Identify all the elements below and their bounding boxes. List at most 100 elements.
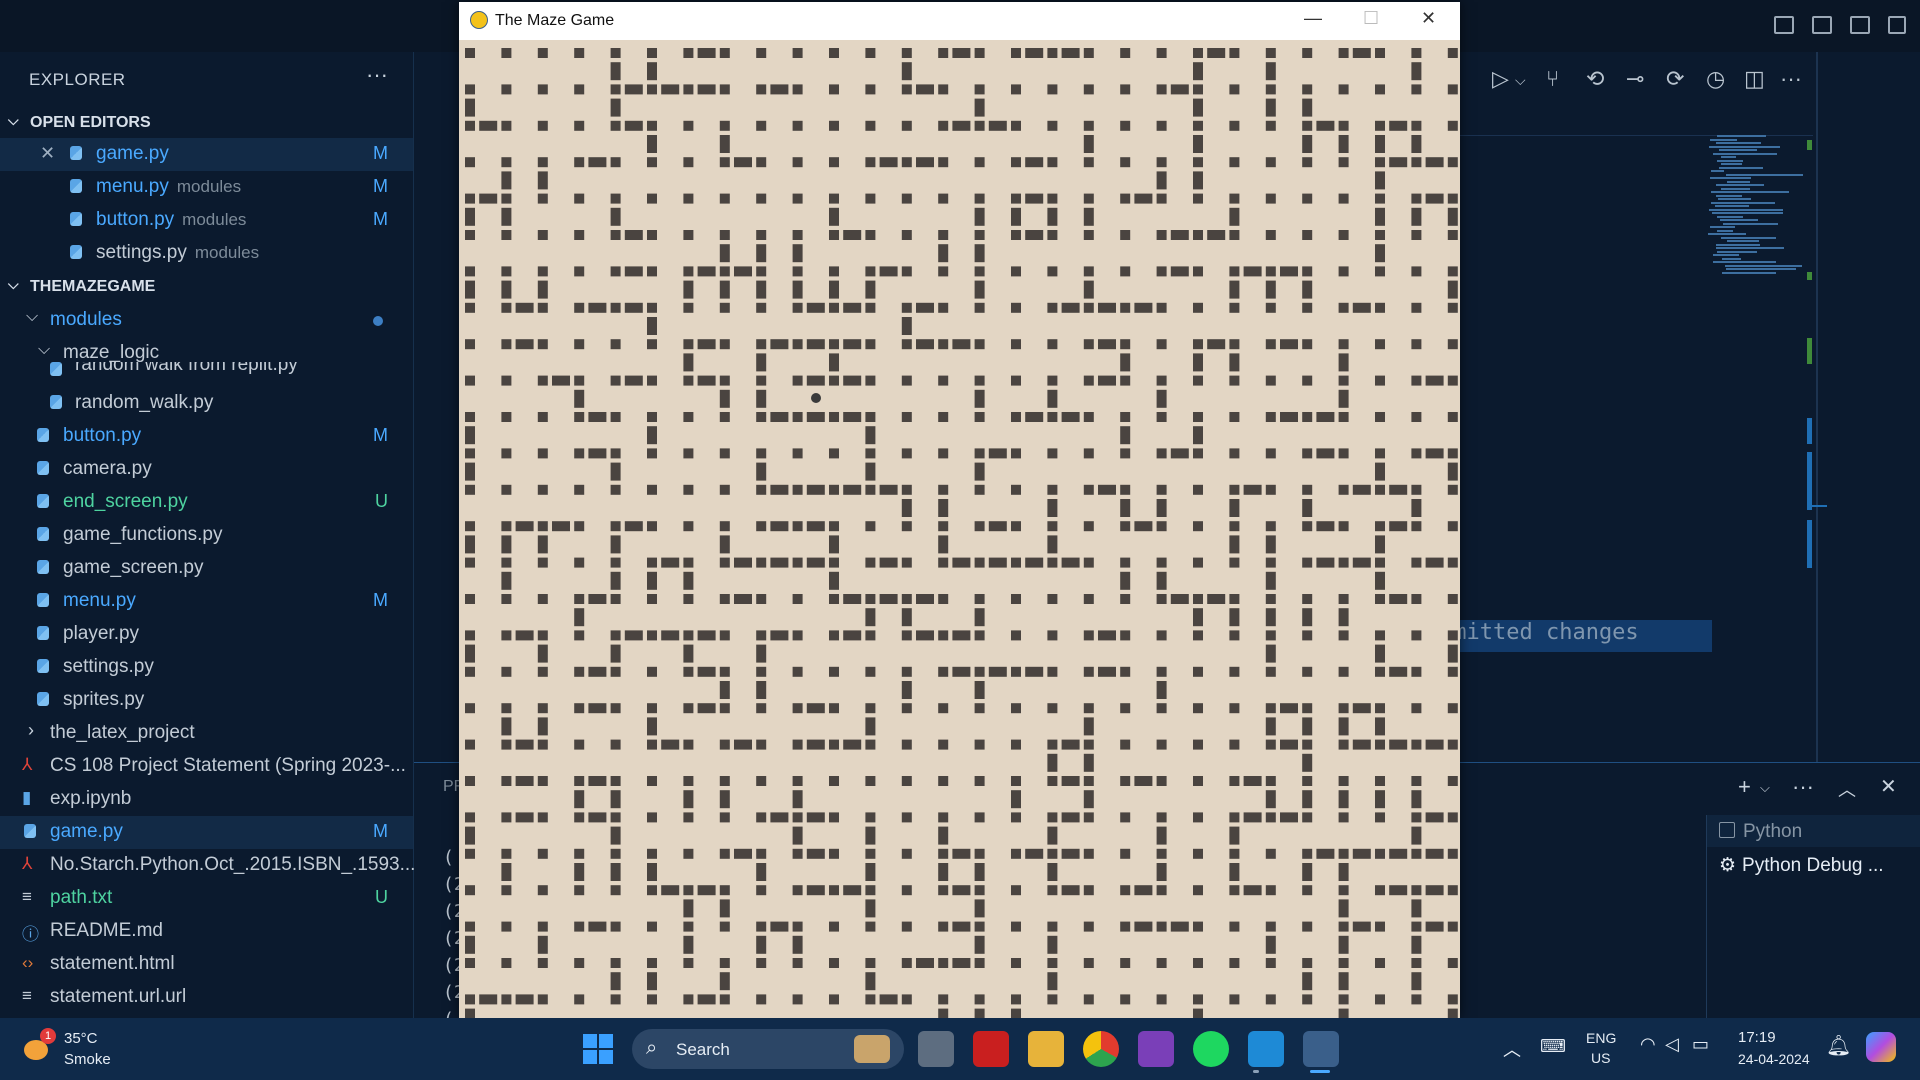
file-item[interactable]: end_screen.py U: [0, 486, 413, 519]
python-file-icon: [50, 362, 62, 376]
open-editors-section[interactable]: ⌵ OPEN EDITORS: [0, 108, 413, 138]
file-item[interactable]: ⅄ No.Starch.Python.Oct_.2015.ISBN_.1593..…: [0, 849, 415, 882]
minimap-line: [1715, 205, 1749, 207]
file-name: menu.py: [63, 590, 136, 611]
close-panel-icon[interactable]: ✕: [1880, 774, 1897, 799]
file-item[interactable]: menu.py M: [0, 585, 413, 618]
minimize-button[interactable]: —: [1304, 8, 1322, 29]
source-control-icon[interactable]: ⑂: [1546, 66, 1559, 92]
file-name: button.py: [96, 209, 175, 230]
minimap[interactable]: [1708, 135, 1808, 285]
new-terminal-icon[interactable]: +: [1738, 774, 1751, 800]
open-editor-item[interactable]: ✕ game.py M: [0, 138, 413, 171]
folder-name: maze_logic: [63, 342, 160, 363]
open-editor-item[interactable]: menu.py modules M: [0, 171, 413, 204]
search-icon: ⌕: [646, 1037, 658, 1059]
chevron-down-icon[interactable]: ⌵: [1515, 72, 1526, 89]
clock-time[interactable]: 17:19: [1738, 1029, 1776, 1046]
game-window-titlebar[interactable]: The Maze Game — ☐ ✕: [459, 2, 1460, 40]
file-name: README.md: [50, 920, 163, 941]
keyboard-icon[interactable]: ⌨: [1540, 1036, 1566, 1057]
gutter-change-marker: [1807, 338, 1812, 364]
close-button[interactable]: ✕: [1421, 8, 1436, 29]
minimap-line: [1716, 243, 1760, 246]
chrome-icon[interactable]: [1083, 1031, 1119, 1067]
weather-widget[interactable]: 1: [20, 1028, 56, 1066]
close-icon[interactable]: ✕: [40, 143, 55, 164]
timeline-icon[interactable]: ◷: [1706, 66, 1725, 92]
file-item[interactable]: ≡ path.txt U: [0, 882, 413, 915]
acrobat-icon[interactable]: [973, 1031, 1009, 1067]
clock-date[interactable]: 24-04-2024: [1738, 1051, 1810, 1067]
folder-modules[interactable]: ⌵ modules: [0, 304, 413, 337]
more-actions-icon[interactable]: ···: [1792, 774, 1814, 800]
git-status: U: [375, 887, 388, 907]
battery-icon[interactable]: ▭: [1692, 1034, 1709, 1055]
file-item[interactable]: game_functions.py: [0, 519, 413, 552]
chevron-up-icon[interactable]: ︿: [1503, 1036, 1521, 1062]
more-actions-icon[interactable]: ···: [1780, 66, 1802, 92]
python-game-icon[interactable]: [1303, 1031, 1339, 1067]
task-view-icon[interactable]: [918, 1031, 954, 1067]
chevron-down-icon[interactable]: ⌵: [1760, 780, 1770, 796]
python-file-icon: [37, 593, 49, 607]
file-item[interactable]: random walk from replit.py: [0, 362, 413, 382]
commit-icon[interactable]: ⊸: [1626, 66, 1644, 92]
file-item[interactable]: player.py: [0, 618, 413, 651]
terminal-item-python[interactable]: Python: [1719, 821, 1802, 843]
file-item[interactable]: ⓘ README.md: [0, 915, 413, 948]
file-item[interactable]: random_walk.py: [0, 387, 413, 420]
file-item[interactable]: game_screen.py: [0, 552, 413, 585]
explorer-more-actions-button[interactable]: ···: [366, 62, 388, 88]
file-name: statement.html: [50, 953, 175, 974]
taskbar-search[interactable]: ⌕ Search: [632, 1029, 904, 1069]
windows-start-icon[interactable]: [583, 1034, 613, 1064]
file-item[interactable]: ▮ exp.ipynb: [0, 783, 413, 816]
file-explorer-icon[interactable]: [1028, 1031, 1064, 1067]
minimap-line: [1720, 219, 1758, 221]
spotify-icon[interactable]: [1193, 1031, 1229, 1067]
file-item[interactable]: ≡ statement.url.url: [0, 981, 413, 1014]
next-change-icon[interactable]: ⟳: [1666, 66, 1684, 92]
panel-actions: + ⌵ ··· ︿ ✕: [1734, 774, 1914, 804]
file-item[interactable]: game.py M: [0, 816, 413, 849]
pdf-file-icon: ⅄: [22, 755, 33, 774]
minimap-line: [1716, 194, 1742, 197]
minimap-line: [1710, 177, 1751, 179]
notification-bell-icon[interactable]: 🔔︎: [1826, 1033, 1851, 1058]
volume-icon[interactable]: ◁: [1665, 1034, 1679, 1055]
debug-gear-icon: ⚙: [1719, 855, 1737, 876]
split-editor-icon[interactable]: ◫: [1744, 66, 1765, 92]
project-section[interactable]: ⌵ THEMAZEGAME: [0, 272, 413, 302]
file-item[interactable]: ⅄ CS 108 Project Statement (Spring 2023-.…: [0, 750, 413, 783]
run-icon[interactable]: ▷: [1492, 66, 1509, 92]
previous-change-icon[interactable]: ⟲: [1586, 66, 1604, 92]
toggle-primary-sidebar-icon[interactable]: [1774, 16, 1794, 34]
file-folder: modules: [182, 210, 247, 229]
copilot-icon[interactable]: [1866, 1032, 1896, 1062]
customize-layout-icon[interactable]: [1888, 16, 1906, 34]
maximize-panel-icon[interactable]: ︿: [1838, 776, 1856, 802]
file-item[interactable]: camera.py: [0, 453, 413, 486]
toggle-secondary-sidebar-icon[interactable]: [1850, 16, 1870, 34]
file-item[interactable]: settings.py: [0, 651, 413, 684]
open-editor-item[interactable]: settings.py modules: [0, 237, 413, 270]
terminal-item-python-debug[interactable]: ⚙ Python Debug ...: [1719, 854, 1884, 877]
vscode-icon[interactable]: [1248, 1031, 1284, 1067]
language-label[interactable]: ENG: [1586, 1030, 1616, 1046]
onenote-icon[interactable]: [1138, 1031, 1174, 1067]
taskbar: 1 35°C Smoke ⌕ Search ︿ ⌨ ENG US ◠ ◁ ▭ 1…: [0, 1018, 1920, 1080]
maximize-button[interactable]: ☐: [1363, 8, 1379, 29]
minimap-line: [1719, 166, 1763, 169]
file-item[interactable]: ‹› statement.html: [0, 948, 413, 981]
toggle-panel-icon[interactable]: [1812, 16, 1832, 34]
minimap-line: [1727, 180, 1750, 183]
minimap-line: [1726, 268, 1796, 270]
file-item[interactable]: button.py M: [0, 420, 413, 453]
maze-canvas[interactable]: [459, 40, 1460, 1018]
file-item[interactable]: sprites.py: [0, 684, 413, 717]
region-label[interactable]: US: [1591, 1050, 1610, 1066]
folder-latex[interactable]: › the_latex_project: [0, 717, 413, 750]
open-editor-item[interactable]: button.py modules M: [0, 204, 413, 237]
wifi-icon[interactable]: ◠: [1640, 1034, 1656, 1055]
